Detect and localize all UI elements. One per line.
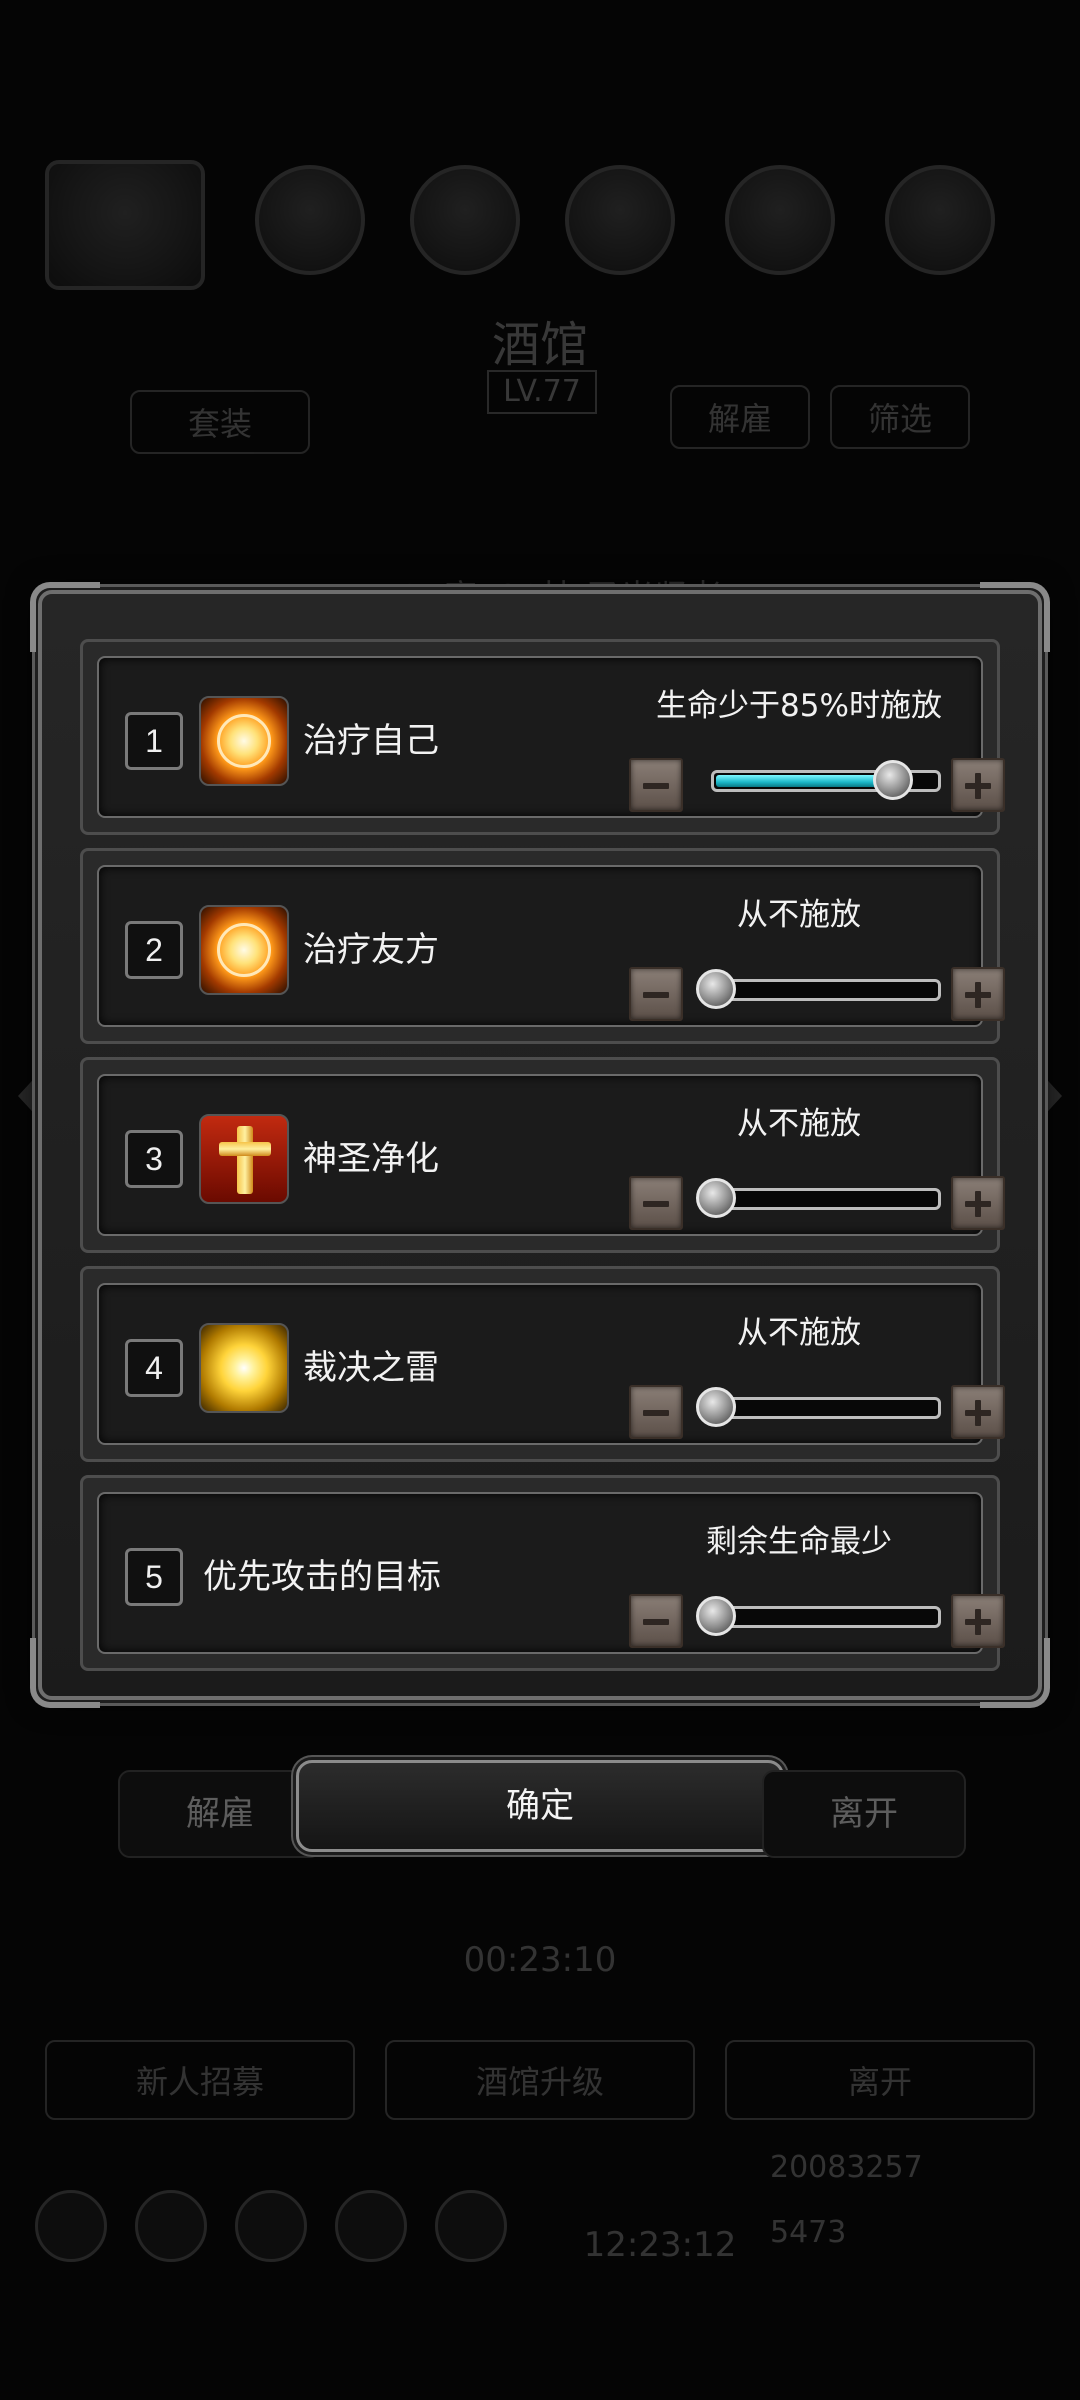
- gold-amount: 20083257: [770, 2150, 923, 2185]
- row-index: 4: [125, 1339, 183, 1397]
- setting-row-panel: 5 优先攻击的目标 剩余生命最少: [97, 1492, 1005, 1654]
- cross-shape: [237, 1126, 253, 1194]
- menu-icon: [235, 2190, 307, 2262]
- equipment-slot: [565, 165, 675, 275]
- holy-purify-icon: [199, 1114, 289, 1204]
- dismiss-button[interactable]: 解雇: [118, 1770, 322, 1858]
- decrease-button[interactable]: [629, 1594, 683, 1648]
- condition-label: 剩余生命最少: [706, 1524, 892, 1560]
- setting-row: 1 治疗自己 生命少于85%时施放: [80, 639, 1005, 835]
- menu-icon: [35, 2190, 107, 2262]
- countdown-timer: 00:23:10: [463, 1940, 617, 1980]
- skill-name: 神圣净化: [303, 1139, 439, 1179]
- plus-icon-bar: [975, 1609, 981, 1635]
- condition-label: 从不施放: [737, 897, 861, 933]
- equipment-slot: [885, 165, 995, 275]
- condition-label: 生命少于85%时施放: [656, 688, 942, 724]
- plus-icon-bar: [975, 1400, 981, 1426]
- gem-amount: 5473: [770, 2215, 847, 2250]
- game-screen: 酒馆 LV.77 套装 解雇 筛选 395魔520技 圣光贤者 00:23:10…: [0, 0, 1080, 2400]
- condition-slider[interactable]: [696, 1596, 941, 1636]
- skill-settings-dialog: 1 治疗自己 生命少于85%时施放 2 治疗友方 从不施放 3 神圣净化 从不施…: [30, 582, 1050, 1708]
- game-clock: 12:23:12: [583, 2225, 737, 2265]
- plus-icon-bar: [975, 773, 981, 799]
- setting-row-panel: 4 裁决之雷 从不施放: [97, 1283, 1005, 1445]
- setting-row-panel: 1 治疗自己 生命少于85%时施放: [97, 656, 1005, 818]
- menu-icon: [335, 2190, 407, 2262]
- equipment-slot: [410, 165, 520, 275]
- cross-shape: [219, 1142, 271, 1156]
- minus-icon: [643, 992, 669, 998]
- equip-set-button: 套装: [130, 390, 310, 454]
- decrease-button[interactable]: [629, 758, 683, 812]
- hero-name: 酒馆: [491, 317, 588, 373]
- slider-knob[interactable]: [696, 1387, 736, 1427]
- slider-knob[interactable]: [872, 760, 913, 800]
- skill-name: 治疗自己: [303, 721, 439, 761]
- hero-portrait-slot: [45, 160, 205, 290]
- plus-icon-bar: [975, 982, 981, 1008]
- increase-button[interactable]: [951, 967, 1005, 1021]
- condition-slider[interactable]: [696, 1178, 941, 1218]
- decrease-button[interactable]: [629, 1176, 683, 1230]
- condition-slider[interactable]: [711, 760, 941, 800]
- recruit-button: 新人招募: [45, 2040, 355, 2120]
- heal-ally-icon: [199, 905, 289, 995]
- heal-self-icon: [199, 696, 289, 786]
- slider-knob[interactable]: [696, 969, 736, 1009]
- setting-row: 2 治疗友方 从不施放: [80, 848, 1005, 1044]
- decrease-button[interactable]: [629, 1385, 683, 1439]
- tavern-upgrade-button: 酒馆升级: [385, 2040, 695, 2120]
- increase-button[interactable]: [951, 1385, 1005, 1439]
- hero-slot-bar: [45, 160, 1035, 290]
- row-index: 3: [125, 1130, 183, 1188]
- menu-icon: [135, 2190, 207, 2262]
- filter-button: 筛选: [830, 385, 970, 449]
- setting-row-panel: 3 神圣净化 从不施放: [97, 1074, 1005, 1236]
- setting-row: 4 裁决之雷 从不施放: [80, 1266, 1005, 1462]
- target-priority-name: 优先攻击的目标: [203, 1557, 441, 1597]
- confirm-button[interactable]: 确定: [296, 1760, 784, 1852]
- slider-knob[interactable]: [696, 1178, 736, 1218]
- slider-fill: [716, 775, 893, 787]
- condition-label: 从不施放: [737, 1106, 861, 1142]
- plus-icon-bar: [975, 1191, 981, 1217]
- hero-level: LV.77: [487, 370, 597, 414]
- leave-button[interactable]: 离开: [762, 1770, 966, 1858]
- condition-label: 从不施放: [737, 1315, 861, 1351]
- condition-slider[interactable]: [696, 1387, 941, 1427]
- equipment-slot: [255, 165, 365, 275]
- leave-bottom-button: 离开: [725, 2040, 1035, 2120]
- skill-name: 裁决之雷: [303, 1348, 439, 1388]
- setting-row-panel: 2 治疗友方 从不施放: [97, 865, 1005, 1027]
- skill-name: 治疗友方: [303, 930, 439, 970]
- setting-row: 3 神圣净化 从不施放: [80, 1057, 1005, 1253]
- judgment-thunder-icon: [199, 1323, 289, 1413]
- menu-icon: [435, 2190, 507, 2262]
- minus-icon: [643, 783, 669, 789]
- minus-icon: [643, 1410, 669, 1416]
- increase-button[interactable]: [951, 1176, 1005, 1230]
- equipment-slot: [725, 165, 835, 275]
- settings-list: 1 治疗自己 生命少于85%时施放 2 治疗友方 从不施放 3 神圣净化 从不施…: [80, 639, 1005, 1684]
- row-index: 5: [125, 1548, 183, 1606]
- condition-slider[interactable]: [696, 969, 941, 1009]
- minus-icon: [643, 1201, 669, 1207]
- setting-row: 5 优先攻击的目标 剩余生命最少: [80, 1475, 1005, 1671]
- minus-icon: [643, 1619, 669, 1625]
- row-index: 1: [125, 712, 183, 770]
- increase-button[interactable]: [951, 1594, 1005, 1648]
- decrease-button[interactable]: [629, 967, 683, 1021]
- increase-button[interactable]: [951, 758, 1005, 812]
- slider-knob[interactable]: [696, 1596, 736, 1636]
- row-index: 2: [125, 921, 183, 979]
- dismiss-top-button: 解雇: [670, 385, 810, 449]
